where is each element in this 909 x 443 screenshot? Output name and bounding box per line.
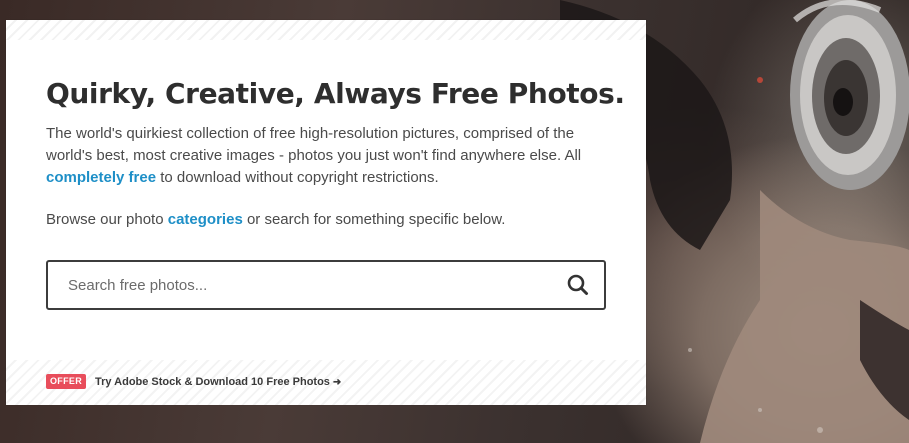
page-headline: Quirky, Creative, Always Free Photos. — [46, 77, 625, 110]
browse-text-start: Browse our photo — [46, 211, 168, 228]
arrow-right-icon: ➜ — [332, 376, 342, 388]
offer-footer: OFFER Try Adobe Stock & Download 10 Free… — [6, 360, 646, 405]
offer-link-label: Try Adobe Stock & Download 10 Free Photo… — [95, 375, 330, 388]
browse-paragraph: Browse our photo categories or search fo… — [46, 209, 606, 231]
offer-row: OFFER Try Adobe Stock & Download 10 Free… — [46, 374, 341, 389]
search-icon — [567, 274, 588, 295]
offer-badge: OFFER — [46, 374, 86, 389]
intro-card-body: Quirky, Creative, Always Free Photos. Th… — [46, 75, 625, 231]
browse-text-end: or search for something specific below. — [242, 211, 506, 228]
completely-free-link[interactable]: completely free — [46, 169, 156, 186]
intro-card: Quirky, Creative, Always Free Photos. Th… — [6, 20, 646, 405]
categories-link[interactable]: categories — [168, 211, 243, 228]
card-top-stripe — [6, 20, 646, 40]
search-box — [46, 260, 606, 310]
adobe-stock-offer-link[interactable]: Try Adobe Stock & Download 10 Free Photo… — [95, 376, 341, 388]
search-button[interactable] — [564, 271, 592, 299]
intro-text-end: to download without copyright restrictio… — [156, 169, 439, 186]
search-input[interactable] — [48, 262, 548, 308]
intro-paragraph: The world's quirkiest collection of free… — [46, 123, 606, 189]
intro-text-start: The world's quirkiest collection of free… — [46, 125, 582, 164]
